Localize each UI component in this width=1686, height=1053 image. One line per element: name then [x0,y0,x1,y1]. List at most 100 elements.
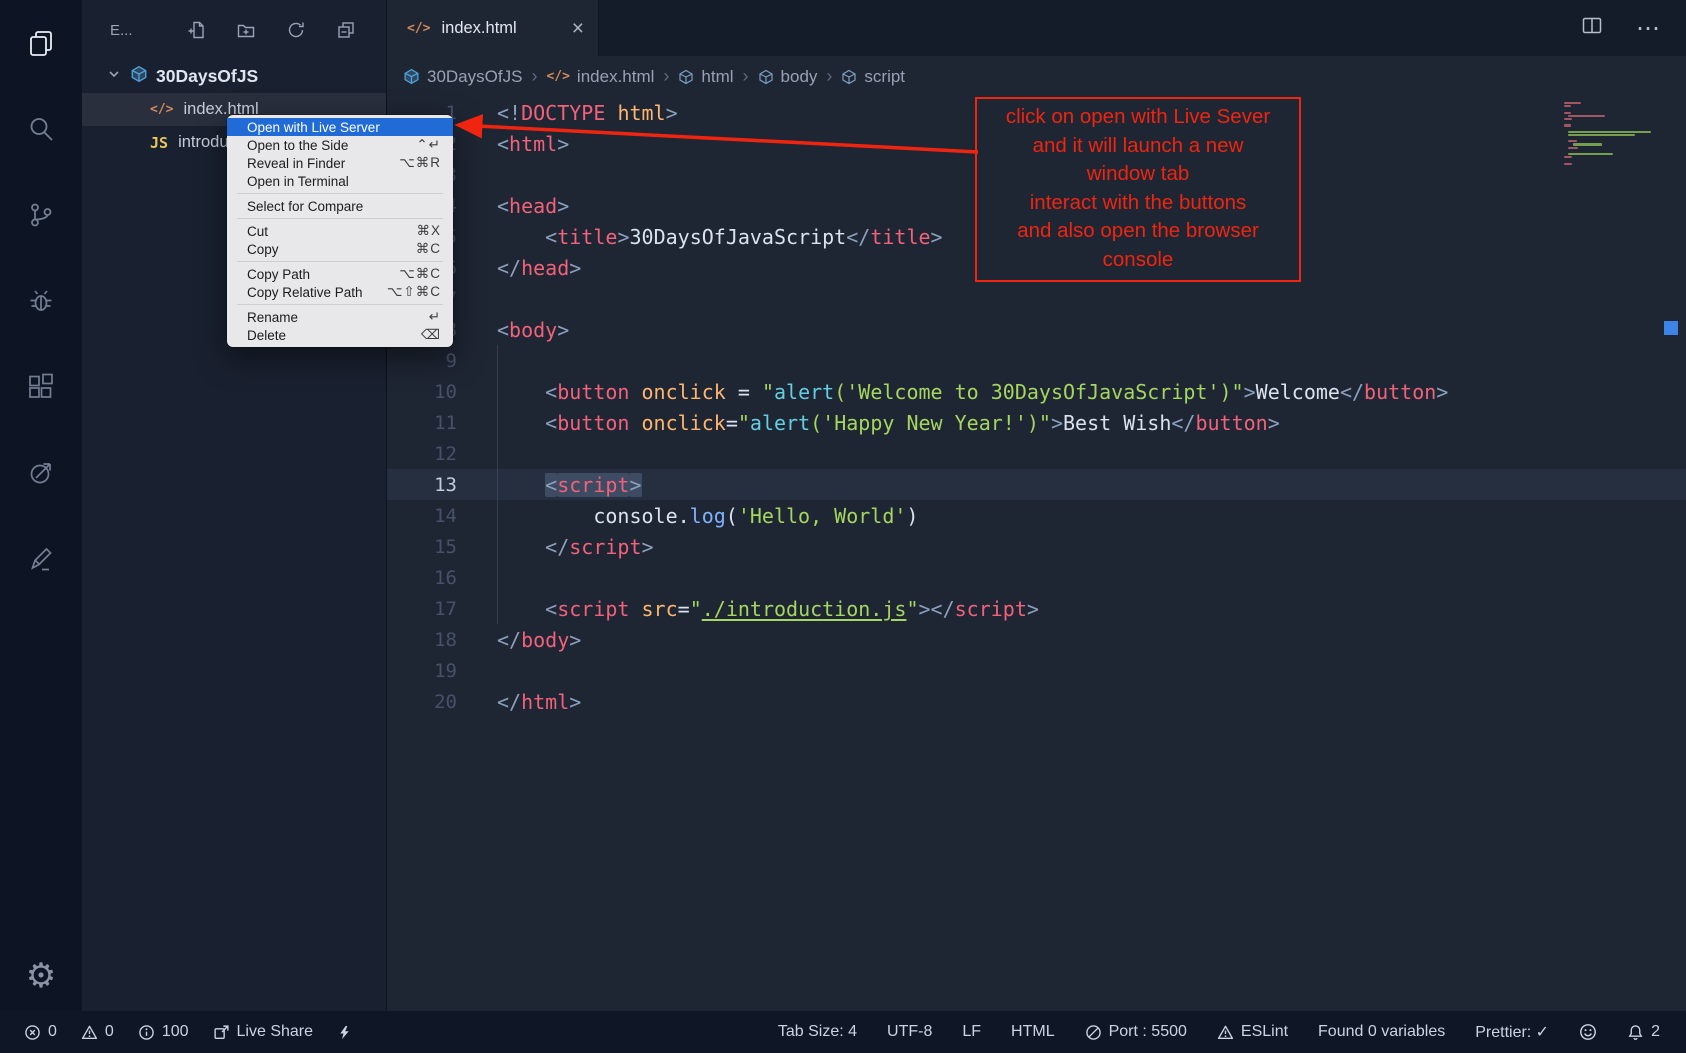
breadcrumb-item-body[interactable]: body [758,67,818,87]
status-item-0[interactable]: 0 [81,1023,114,1041]
minimap-line [1564,124,1571,126]
warning-icon [81,1024,98,1041]
source-control-icon[interactable] [13,187,69,243]
status-item-2[interactable]: 2 [1627,1023,1660,1041]
menu-shortcut: ⌃↵ [416,137,441,153]
menu-item-label: Copy Relative Path [247,285,363,300]
code-line-12[interactable]: 12 [387,438,1686,469]
live-share-activity-icon[interactable] [13,445,69,501]
line-code: <head> [497,194,569,218]
status-item-label: 100 [162,1023,189,1041]
code-line-9[interactable]: 9 [387,345,1686,376]
code-line-13[interactable]: 13 <script> [387,469,1686,500]
menu-item-reveal-in-finder[interactable]: Reveal in Finder⌥⌘R [227,154,453,172]
menu-item-open-with-live-server[interactable]: Open with Live Server [227,118,453,136]
code-line-7[interactable]: 7 [387,283,1686,314]
menu-separator [237,261,443,262]
code-line-8[interactable]: 8<body> [387,314,1686,345]
code-line-20[interactable]: 20</html> [387,686,1686,717]
menu-item-select-for-compare[interactable]: Select for Compare [227,197,453,215]
breadcrumb-item-30daysofjs[interactable]: 30DaysOfJS [403,67,522,87]
status-item-label: 2 [1651,1023,1660,1041]
annotation-line: console [981,246,1295,275]
minimap-line [1564,112,1571,114]
status-item-label: Live Share [237,1023,314,1041]
minimap-line [1568,115,1604,117]
more-actions-icon[interactable]: ⋯ [1636,14,1662,43]
status-item-label: 0 [48,1023,57,1041]
menu-item-rename[interactable]: Rename↵ [227,308,453,326]
line-number: 11 [387,412,457,434]
annotation-box: click on open with Live Severand it will… [975,97,1301,282]
menu-item-label: Cut [247,224,268,239]
tab-index-html[interactable]: </> index.html × [387,0,599,56]
status-item-eslint[interactable]: ESLint [1217,1023,1288,1041]
status-item-label: Tab Size: 4 [778,1023,857,1041]
code-line-17[interactable]: 17 <script src="./introduction.js"></scr… [387,593,1686,624]
annotation-line: window tab [981,160,1295,189]
explorer-icon[interactable] [13,15,69,71]
line-code: </html> [497,690,581,714]
new-file-icon[interactable] [186,20,206,40]
code-line-11[interactable]: 11 <button onclick="alert('Happy New Yea… [387,407,1686,438]
breadcrumb-item-html[interactable]: html [678,67,733,87]
status-item-bolt[interactable] [337,1024,352,1041]
line-code: <script> [497,473,642,497]
status-item-prettier[interactable]: Prettier: ✓ [1475,1022,1549,1042]
breadcrumb-separator: › [743,66,749,87]
status-item-smiley[interactable] [1579,1023,1597,1041]
run-debug-icon[interactable] [13,273,69,329]
breadcrumb-item-script[interactable]: script [841,67,905,87]
minimap-line [1564,105,1571,107]
menu-item-open-in-terminal[interactable]: Open in Terminal [227,172,453,190]
code-line-19[interactable]: 19 [387,655,1686,686]
status-item-lf[interactable]: LF [962,1023,981,1041]
menu-item-label: Open with Live Server [247,120,380,135]
status-item-utf-8[interactable]: UTF-8 [887,1023,932,1041]
menu-item-label: Rename [247,310,298,325]
status-item-tab-size-4[interactable]: Tab Size: 4 [778,1023,857,1041]
line-number: 19 [387,660,457,682]
status-item-0[interactable]: 0 [24,1023,57,1041]
pen-icon[interactable] [13,531,69,587]
status-item-found-0-variables[interactable]: Found 0 variables [1318,1023,1445,1041]
folder-row-30daysofjs[interactable]: 30DaysOfJS [82,60,386,93]
menu-item-open-to-the-side[interactable]: Open to the Side⌃↵ [227,136,453,154]
code-line-15[interactable]: 15 </script> [387,531,1686,562]
menu-item-copy-path[interactable]: Copy Path⌥⌘C [227,265,453,283]
status-item-label: Prettier: ✓ [1475,1022,1549,1042]
collapse-all-icon[interactable] [336,20,356,40]
menu-shortcut: ⌥⌘R [399,155,441,171]
info-icon [138,1024,155,1041]
breadcrumb-label: script [864,67,905,87]
status-item-100[interactable]: 100 [138,1023,189,1041]
breadcrumb-label: index.html [577,67,654,87]
status-item-label: Port : 5500 [1109,1023,1187,1041]
extensions-icon[interactable] [13,359,69,415]
folder-name: 30DaysOfJS [156,66,258,87]
breadcrumb-html-icon: </> [546,69,569,84]
code-line-18[interactable]: 18</body> [387,624,1686,655]
minimap[interactable] [1564,102,1656,166]
menu-item-cut[interactable]: Cut⌘X [227,222,453,240]
status-item-port-5500[interactable]: Port : 5500 [1085,1023,1187,1041]
code-line-16[interactable]: 16 [387,562,1686,593]
menu-item-copy[interactable]: Copy⌘C [227,240,453,258]
annotation-line: and it will launch a new [981,132,1295,161]
breadcrumb-item-index-html[interactable]: </> index.html [546,67,654,87]
refresh-icon[interactable] [286,20,306,40]
html-file-icon: </> [407,21,430,36]
code-line-10[interactable]: 10 <button onclick = "alert('Welcome to … [387,376,1686,407]
status-item-html[interactable]: HTML [1011,1023,1055,1041]
code-line-14[interactable]: 14 console.log('Hello, World') [387,500,1686,531]
menu-item-delete[interactable]: Delete⌫ [227,326,453,344]
search-icon[interactable] [13,101,69,157]
split-editor-icon[interactable] [1582,17,1602,39]
tab-close-icon[interactable]: × [572,18,584,39]
status-item-live-share[interactable]: Live Share [213,1023,314,1041]
new-folder-icon[interactable] [236,20,256,40]
settings-gear-icon[interactable]: ⚙ [0,959,82,993]
menu-item-copy-relative-path[interactable]: Copy Relative Path⌥⇧⌘C [227,283,453,301]
explorer-title: E... [110,22,133,39]
breadcrumb-separator: › [663,66,669,87]
